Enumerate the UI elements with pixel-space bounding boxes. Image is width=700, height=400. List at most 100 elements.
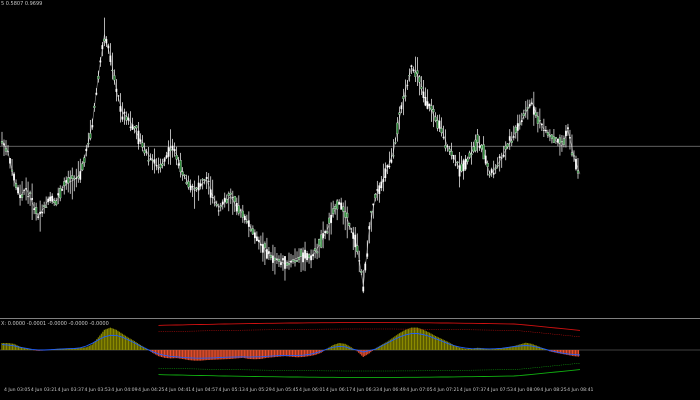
candle (51, 193, 54, 204)
histogram-bar (91, 344, 93, 350)
candle (454, 154, 457, 167)
histogram-bar (168, 350, 170, 359)
candle (297, 248, 301, 263)
candle (269, 252, 272, 261)
histogram-bar (85, 347, 87, 350)
candle (524, 100, 527, 118)
candle (123, 108, 126, 125)
indicator-pane[interactable] (0, 320, 700, 382)
time-tick-label: 4 Jun 04:09 (111, 388, 138, 393)
candle (342, 202, 345, 225)
candle (516, 114, 519, 142)
histogram-bar (4, 343, 6, 350)
upper-band (158, 322, 581, 331)
candle (380, 176, 383, 191)
histogram-bar (189, 350, 191, 361)
lower-band-inner (158, 362, 581, 372)
histogram-bar (424, 330, 426, 350)
histogram-bar (162, 350, 164, 358)
histogram-bar (7, 343, 9, 350)
candle (376, 180, 379, 201)
candle (502, 145, 505, 158)
candle (247, 211, 250, 238)
histogram-bar (90, 345, 92, 350)
histogram-bar (413, 327, 416, 350)
histogram-bar (577, 350, 580, 357)
histogram-bar (296, 350, 298, 358)
candle (181, 167, 184, 181)
histogram-bar (109, 327, 111, 350)
candle (231, 190, 234, 215)
histogram-bar (204, 350, 206, 361)
candle (462, 158, 465, 180)
histogram-bar (311, 350, 313, 356)
candle (211, 179, 214, 204)
candle (295, 251, 299, 262)
candle (272, 244, 274, 272)
time-tick-label: 4 Jun 05:45 (272, 388, 299, 393)
pane-separator[interactable] (0, 318, 700, 319)
time-tick-label: 4 Jun 03:21 (30, 388, 58, 393)
histogram-bar (100, 333, 102, 350)
candle (127, 113, 130, 125)
candle (396, 117, 399, 142)
candle (398, 106, 401, 130)
candle (233, 195, 236, 212)
candle (285, 260, 289, 269)
candle (263, 241, 266, 266)
candle (299, 247, 303, 273)
candle (500, 152, 503, 168)
time-tick-label: 4 Jun 03:37 (57, 388, 84, 393)
histogram-bar (106, 328, 108, 350)
chart-window[interactable]: 5 0.5807 0.9699 X: 0.0000 -0.0001 -0.000… (0, 0, 700, 400)
histogram-bar (574, 350, 577, 357)
candle (338, 199, 341, 205)
candle (3, 139, 5, 157)
histogram-bar (169, 350, 172, 359)
candle (308, 253, 311, 264)
candle (422, 80, 425, 103)
candle (75, 168, 78, 188)
candle (408, 68, 411, 82)
candle (312, 249, 314, 260)
time-tick-label: 4 Jun 07:53 (486, 388, 513, 393)
histogram-bar (87, 346, 89, 350)
candle (536, 111, 539, 133)
candle (550, 134, 553, 144)
candle (386, 164, 389, 175)
histogram-bar (490, 349, 492, 350)
histogram-bar (425, 331, 428, 350)
histogram-bar (165, 350, 167, 358)
candle (59, 185, 62, 202)
candle (434, 112, 437, 123)
candle (552, 129, 555, 143)
price-pane[interactable] (0, 0, 700, 318)
histogram-bar (185, 350, 187, 360)
histogram-bar (404, 329, 406, 350)
candle (39, 200, 42, 232)
histogram-bar (407, 328, 410, 350)
time-tick-label: 4 Jun 08:09 (513, 388, 540, 393)
histogram-bar (422, 329, 425, 350)
candle (185, 174, 188, 185)
histogram-bar (11, 343, 14, 350)
candle (514, 125, 517, 139)
candle (253, 229, 256, 244)
candle (510, 131, 513, 147)
candle (215, 200, 218, 208)
candle (187, 175, 190, 190)
time-axis: 4 Jun 03:05 4 Jun 03:21 4 Jun 03:37 4 Jun 0… (0, 388, 700, 398)
histogram-bar (252, 350, 254, 360)
candle (61, 185, 64, 192)
histogram-bar (573, 350, 575, 357)
histogram-bar (460, 348, 462, 350)
histogram-bar (79, 348, 81, 350)
candle (452, 154, 455, 164)
candle (358, 250, 361, 273)
histogram-bar (254, 350, 256, 360)
histogram-bar (222, 350, 224, 360)
candle (438, 114, 441, 133)
candle (468, 150, 471, 160)
candle (277, 255, 281, 268)
histogram-bar (535, 345, 537, 350)
